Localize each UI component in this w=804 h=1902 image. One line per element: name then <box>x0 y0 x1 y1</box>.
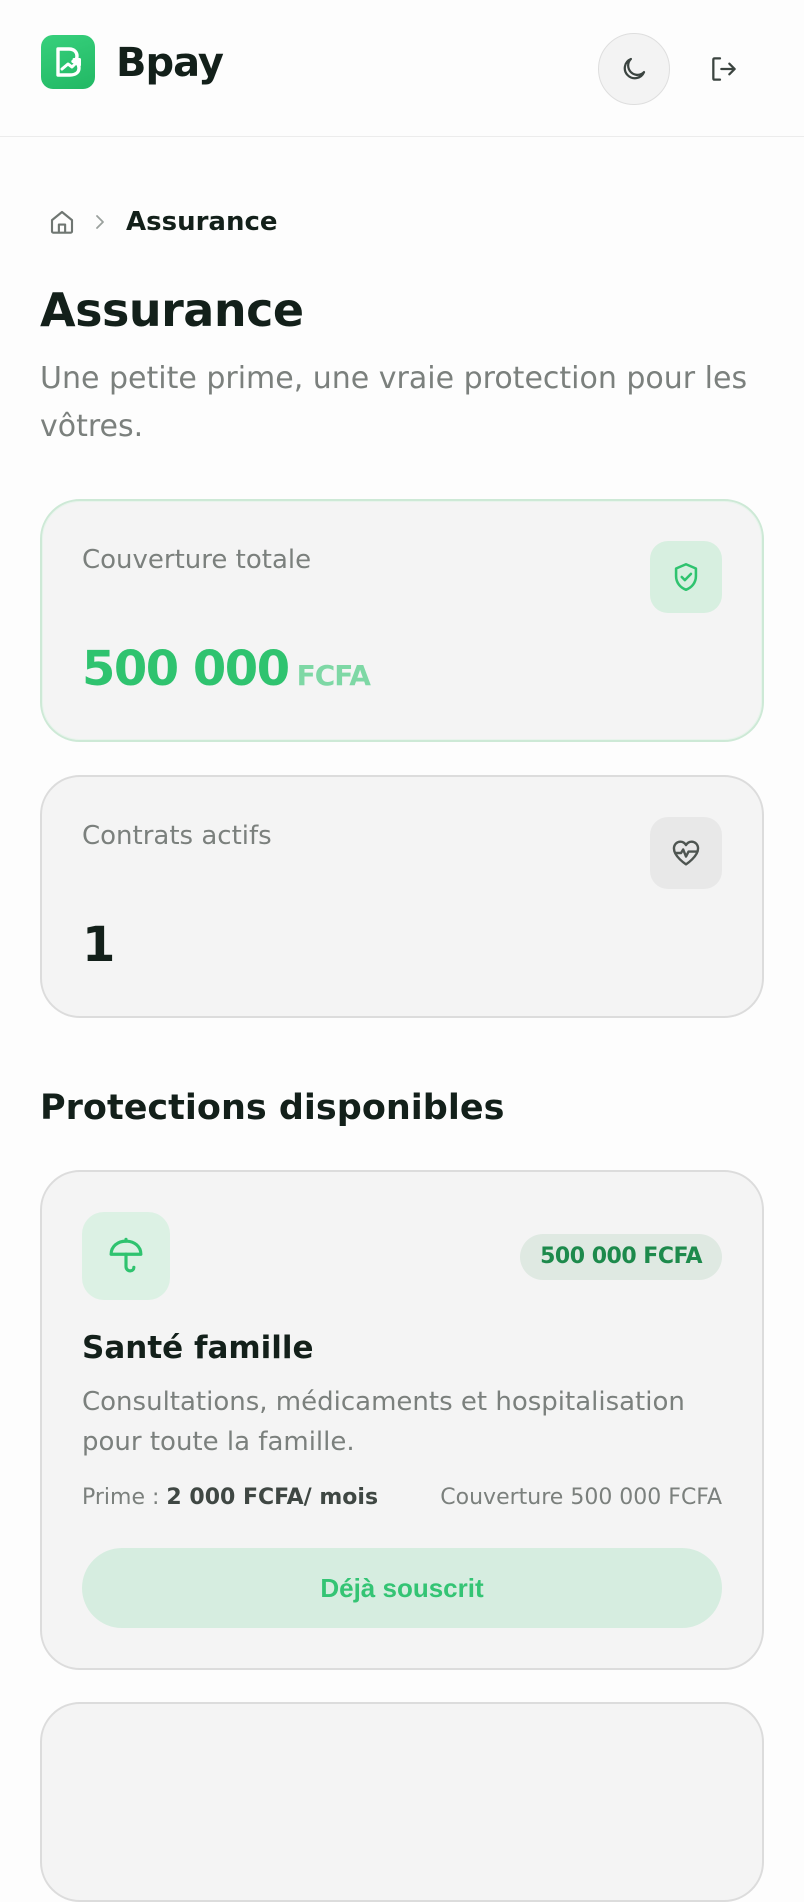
coverage-value: 500 000 FCFA <box>82 641 371 697</box>
moon-icon <box>623 57 646 80</box>
page-title: Assurance <box>40 283 304 337</box>
brand-name[interactable]: Bpay <box>116 40 224 86</box>
page-subtitle: Une petite prime, une vraie protection p… <box>40 361 748 444</box>
bpay-logo-icon[interactable] <box>41 35 95 89</box>
umbrella-icon <box>82 1212 170 1300</box>
product-card: 500 000 FCFA Santé famille Consultations… <box>40 1170 764 1670</box>
coverage-amount: 500 000 <box>82 641 290 697</box>
contracts-stat-card: Contrats actifs 1 <box>40 775 764 1018</box>
contracts-label: Contrats actifs <box>82 821 272 851</box>
theme-toggle-button[interactable] <box>598 33 670 105</box>
chevron-right-icon <box>92 212 112 232</box>
home-icon <box>50 210 74 234</box>
coverage-badge: 500 000 FCFA <box>520 1234 722 1280</box>
product-card-next <box>40 1702 764 1902</box>
premium-info: Prime : 2 000 FCFA/ mois <box>82 1485 378 1510</box>
top-bar: Bpay <box>0 0 804 137</box>
contracts-count: 1 <box>82 917 115 973</box>
logout-icon <box>712 57 736 81</box>
breadcrumb: Assurance <box>46 200 278 244</box>
coverage-currency: FCFA <box>296 659 371 692</box>
premium-value: 2 000 FCFA/ mois <box>166 1485 379 1510</box>
logout-button[interactable] <box>700 45 748 93</box>
coverage-stat-card: Couverture totale 500 000 FCFA <box>40 499 764 742</box>
section-title: Protections disponibles <box>40 1088 505 1128</box>
already-subscribed-button[interactable]: Déjà souscrit <box>82 1548 722 1628</box>
heart-pulse-icon <box>650 817 722 889</box>
breadcrumb-home-link[interactable] <box>46 206 78 238</box>
product-name: Santé famille <box>82 1330 314 1366</box>
coverage-info: Couverture 500 000 FCFA <box>440 1485 722 1510</box>
contracts-value: 1 <box>82 917 115 973</box>
product-meta: Prime : 2 000 FCFA/ mois Couverture 500 … <box>82 1485 722 1515</box>
premium-label: Prime : <box>82 1485 160 1510</box>
breadcrumb-current: Assurance <box>126 207 278 237</box>
product-description: Consultations, médicaments et hospitalis… <box>82 1387 685 1457</box>
shield-check-icon <box>650 541 722 613</box>
coverage-label: Couverture totale <box>82 545 312 575</box>
